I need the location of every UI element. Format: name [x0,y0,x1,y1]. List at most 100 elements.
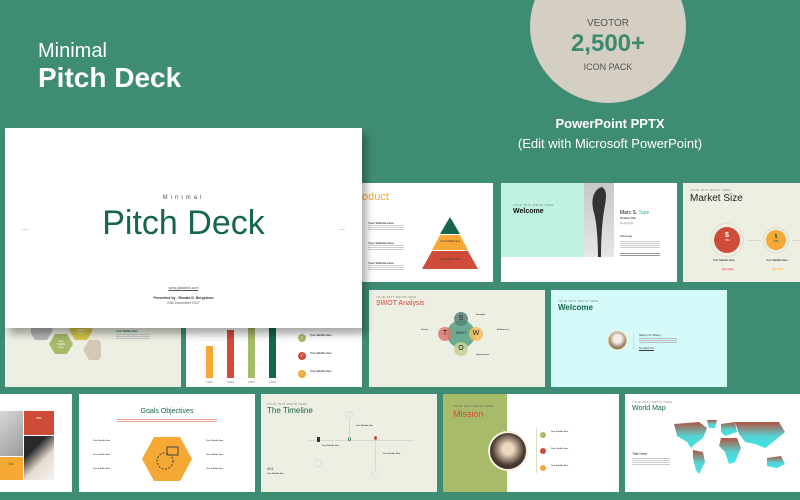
slide-eyebrow: YOUR TEXT WRITE HERE [513,204,554,207]
message-text [620,253,660,257]
timeline-label: Your Subtitle Here [267,473,285,475]
profile-name: Sherry R. Moery [639,333,661,337]
swot-label: Weaknesses [497,329,509,331]
world-map [674,420,785,474]
slide-title: Mission [453,409,484,419]
red-panel: 60K [24,411,54,435]
slide-world-map[interactable]: YOUR TEXT WRITE HERE World Map Title Her… [625,394,800,492]
mission-label: Your Subtitle Here [551,448,569,450]
market-value: 70M [724,239,730,242]
mint-panel [501,183,584,257]
team-photo [488,431,528,471]
first-name: Marc S. [620,210,638,216]
item-label: Your Subtitle Here [116,330,138,333]
team-photo [0,411,23,456]
swot-label: Strengths [476,314,486,316]
slide-title: Goals Objectives [140,408,194,415]
connector [747,240,761,241]
slide-welcome-contact[interactable]: YOUR TEXT WRITE HERE Welcome Sherry R. M… [551,290,727,387]
market-tag: Size 2023 [771,268,785,271]
swot-label: Threats [421,329,429,331]
pyramid-label: Your Subtitle Here [439,240,461,243]
pyramid-label: Your Subtitle Here [439,258,461,261]
map-text [632,458,670,466]
slide-cover[interactable]: Minimal Pitch Deck www.jakadeck.com Pres… [5,128,362,328]
swot-label: Opportunities [476,354,490,356]
bullet-icon [540,465,546,471]
market-circle: $ 50M [766,230,786,250]
item-label: Your Subtitle Here [310,334,332,337]
profile-photo [608,331,627,350]
contact-link[interactable]: Contact Us [639,346,654,350]
timeline-label: Your Subtitle Here [383,453,401,455]
goal-label: Your Subtitle Here [206,440,224,442]
item-text [116,334,150,340]
x-tick-label: 2021 [206,380,213,384]
slide-eyebrow: YOUR TEXT WRITE HERE [376,296,417,299]
goal-hexagon [142,437,192,481]
check-icon: ✓ [298,370,306,378]
goal-label: Your Subtitle Here [93,454,111,456]
message-text [620,241,660,249]
slide-welcome-profile[interactable]: YOUR TEXT WRITE HERE Welcome Marc S. Tap… [501,183,677,282]
continent-africa [719,438,741,464]
divider [633,332,634,350]
goal-label: Your Subtitle Here [206,468,224,470]
slide-team-photos[interactable]: 60K 60K [0,394,72,492]
slide-product[interactable]: oduct Your Subtitle Here Your Subtitle H… [340,183,493,282]
timeline-step: #01 [267,466,274,471]
slide-title: oduct [362,191,389,203]
pyramid-top [440,217,460,234]
social-icons[interactable]: ◎ ◎ ◎ ◎ [620,221,633,225]
cover-url[interactable]: www.jakadeck.com [5,286,362,290]
slide-title: The Timeline [267,406,313,415]
market-label: Your Subtitle Here [766,259,788,262]
item-label: Your Subtitle Here [310,352,332,355]
slide-title: Market Size [690,193,743,204]
market-tag: Size 2022 [721,268,735,271]
slide-swot[interactable]: YOUR TEXT WRITE HERE SWOT Analysis SWOT … [369,290,545,387]
slide-timeline[interactable]: YOUR TEXT WRITE HERE The Timeline Your S… [261,394,437,492]
slide-title: Welcome [513,208,544,215]
item-text [368,265,404,271]
slide-intro [117,419,217,422]
timeline-icon [345,411,353,419]
market-label: Your Subtitle Here [713,259,735,262]
bullet-icon [540,448,546,454]
badge-brand: VEOTOR [586,18,630,29]
swot-w: W [469,327,483,341]
check-icon: ✓ [298,352,306,360]
timeline-marker [317,437,320,442]
check-icon: ✓ [298,334,306,342]
slide-goals[interactable]: Goals Objectives Your Subtitle Here Your… [79,394,255,492]
market-value: 50M [773,240,779,243]
timeline-label: Your Subtitle Here [356,425,374,427]
cover-presenter: Presented by : Ronald D. Bergstrom [153,296,214,300]
slide-mission[interactable]: YOUR TEXT WRITE HERE Mission Your Subtit… [443,394,619,492]
orange-panel: 60K [0,457,23,480]
timeline-axis [309,440,414,441]
slide-eyebrow: YOUR TEXT WRITE HERE [453,405,494,408]
bullet-icon [540,432,546,438]
goal-label: Your Subtitle Here [93,468,111,470]
header-title: Pitch Deck [38,62,182,93]
connector [793,240,800,241]
slide-market-size[interactable]: YOUR TEXT WRITE HERE Market Size $ 70M Y… [683,183,800,282]
badge-caption: ICON PACK [583,62,633,72]
dollar-icon: $ [725,232,729,239]
slide-title: Welcome [558,303,593,312]
message-heading: Message [620,234,633,238]
handshake-photo [24,436,54,480]
continent-europe [721,422,737,436]
x-tick-label: 2024 [269,380,276,384]
x-tick-label: 2022 [227,380,234,384]
badge-count: 2,500+ [570,30,646,57]
item-label: Your Subtitle Here [310,370,332,373]
market-circle: $ 70M [714,227,740,253]
map-label: Title Here [632,452,648,456]
continent-asia [735,422,785,448]
pyramid-chart [422,217,478,269]
cover-date: 23th December 2027 [167,301,200,305]
bar-2021 [206,346,213,378]
continent-greenland [707,420,717,428]
